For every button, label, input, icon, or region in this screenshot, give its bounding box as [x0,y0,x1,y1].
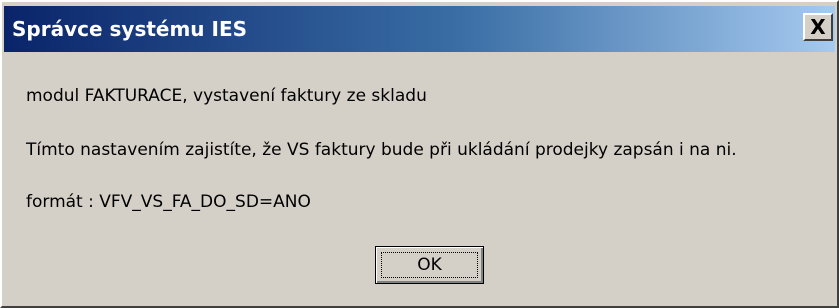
title-bar[interactable]: Správce systému IES X [4,6,835,52]
close-icon: X [810,15,826,39]
message-line-module: modul FAKTURACE, vystavení faktury ze sk… [26,86,427,106]
message-dialog: Správce systému IES X modul FAKTURACE, v… [0,0,839,308]
ok-button-label: OK [417,255,442,275]
message-line-format: formát : VFV_VS_FA_DO_SD=ANO [26,192,311,212]
ok-button[interactable]: OK [375,246,484,284]
close-button[interactable]: X [803,13,833,41]
message-line-description: Tímto nastavením zajistíte, že VS faktur… [26,140,737,160]
dialog-title: Správce systému IES [12,17,248,41]
